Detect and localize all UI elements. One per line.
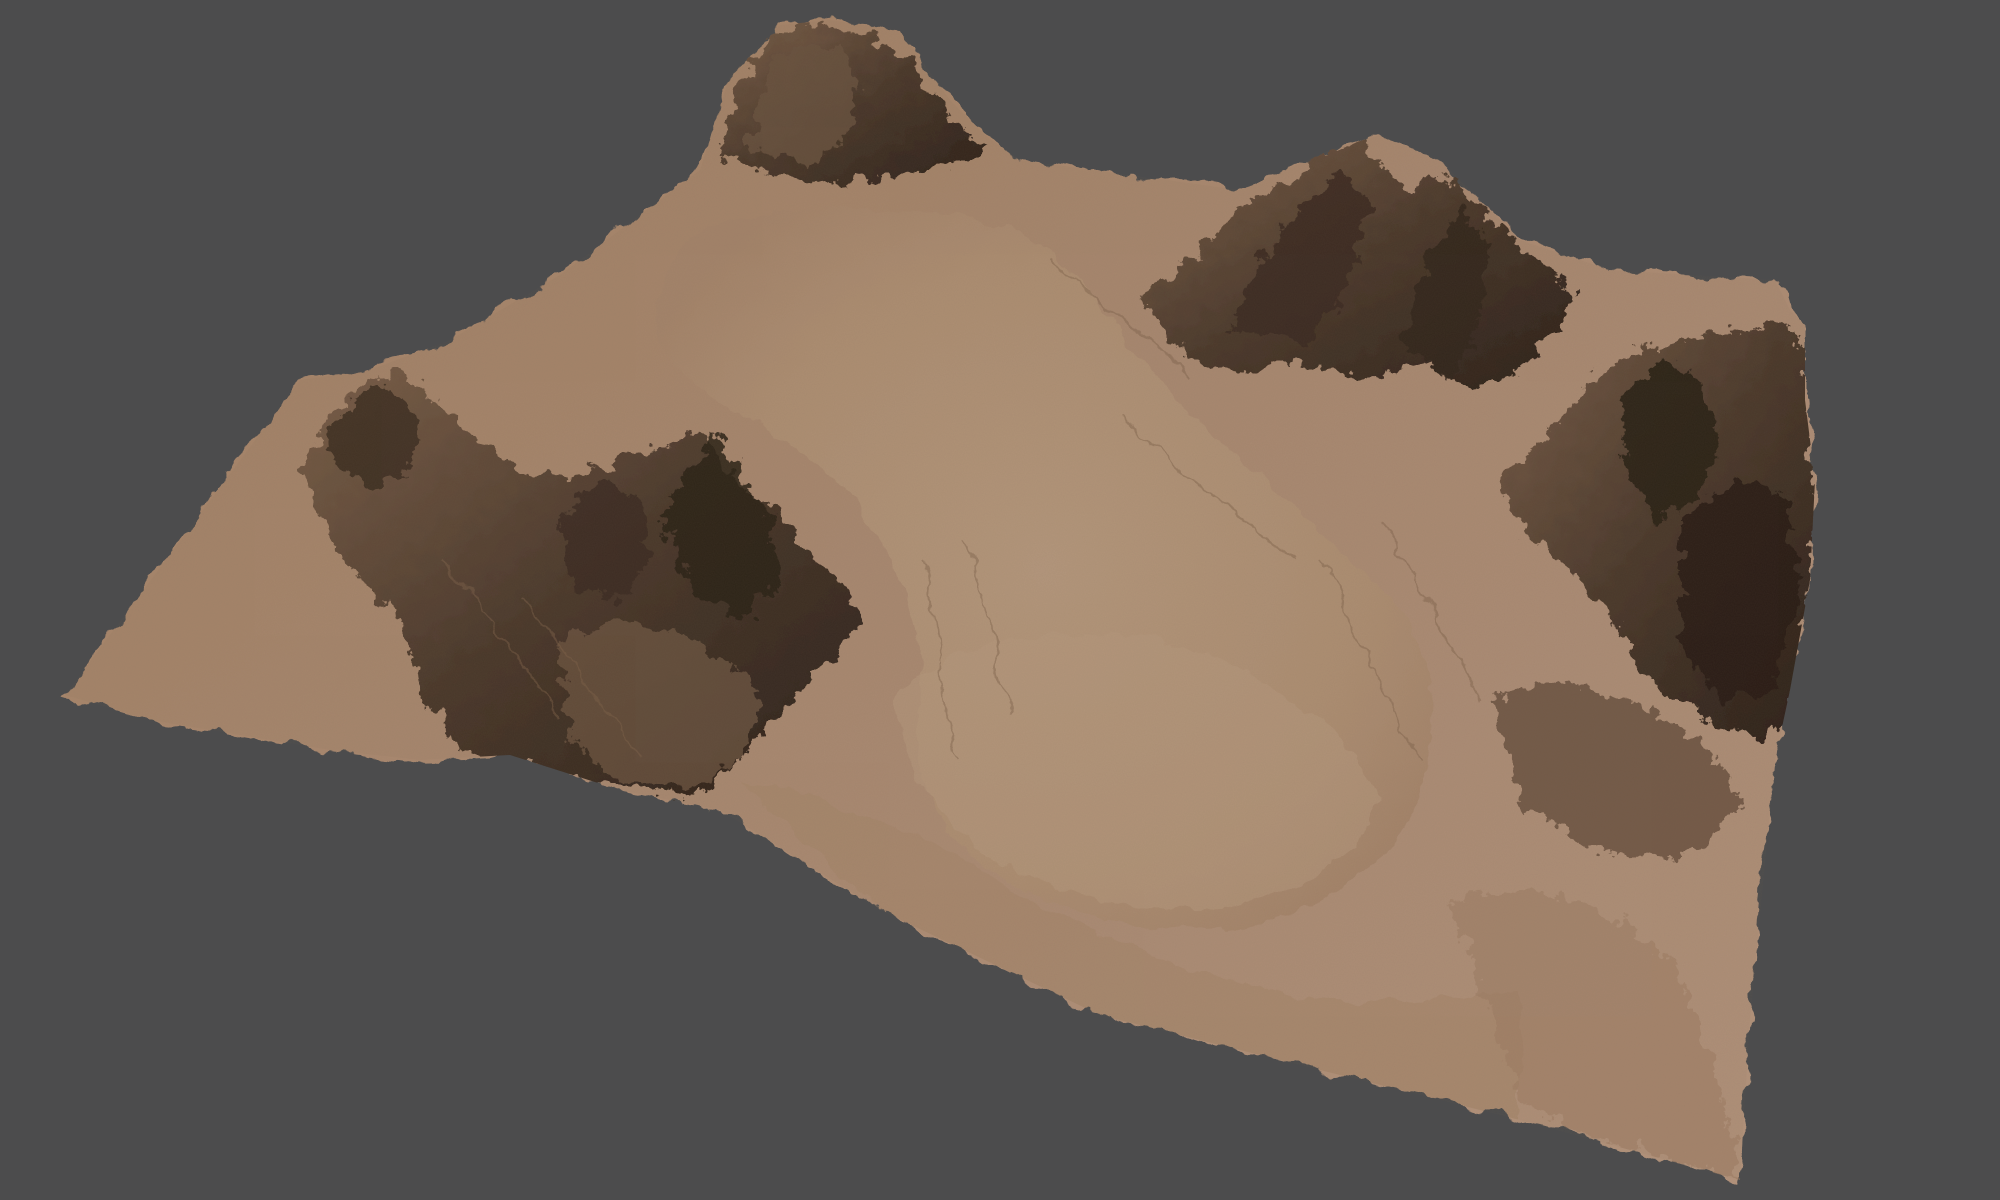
terrain-render [65,20,1815,1180]
3d-viewport[interactable] [0,0,2000,1200]
